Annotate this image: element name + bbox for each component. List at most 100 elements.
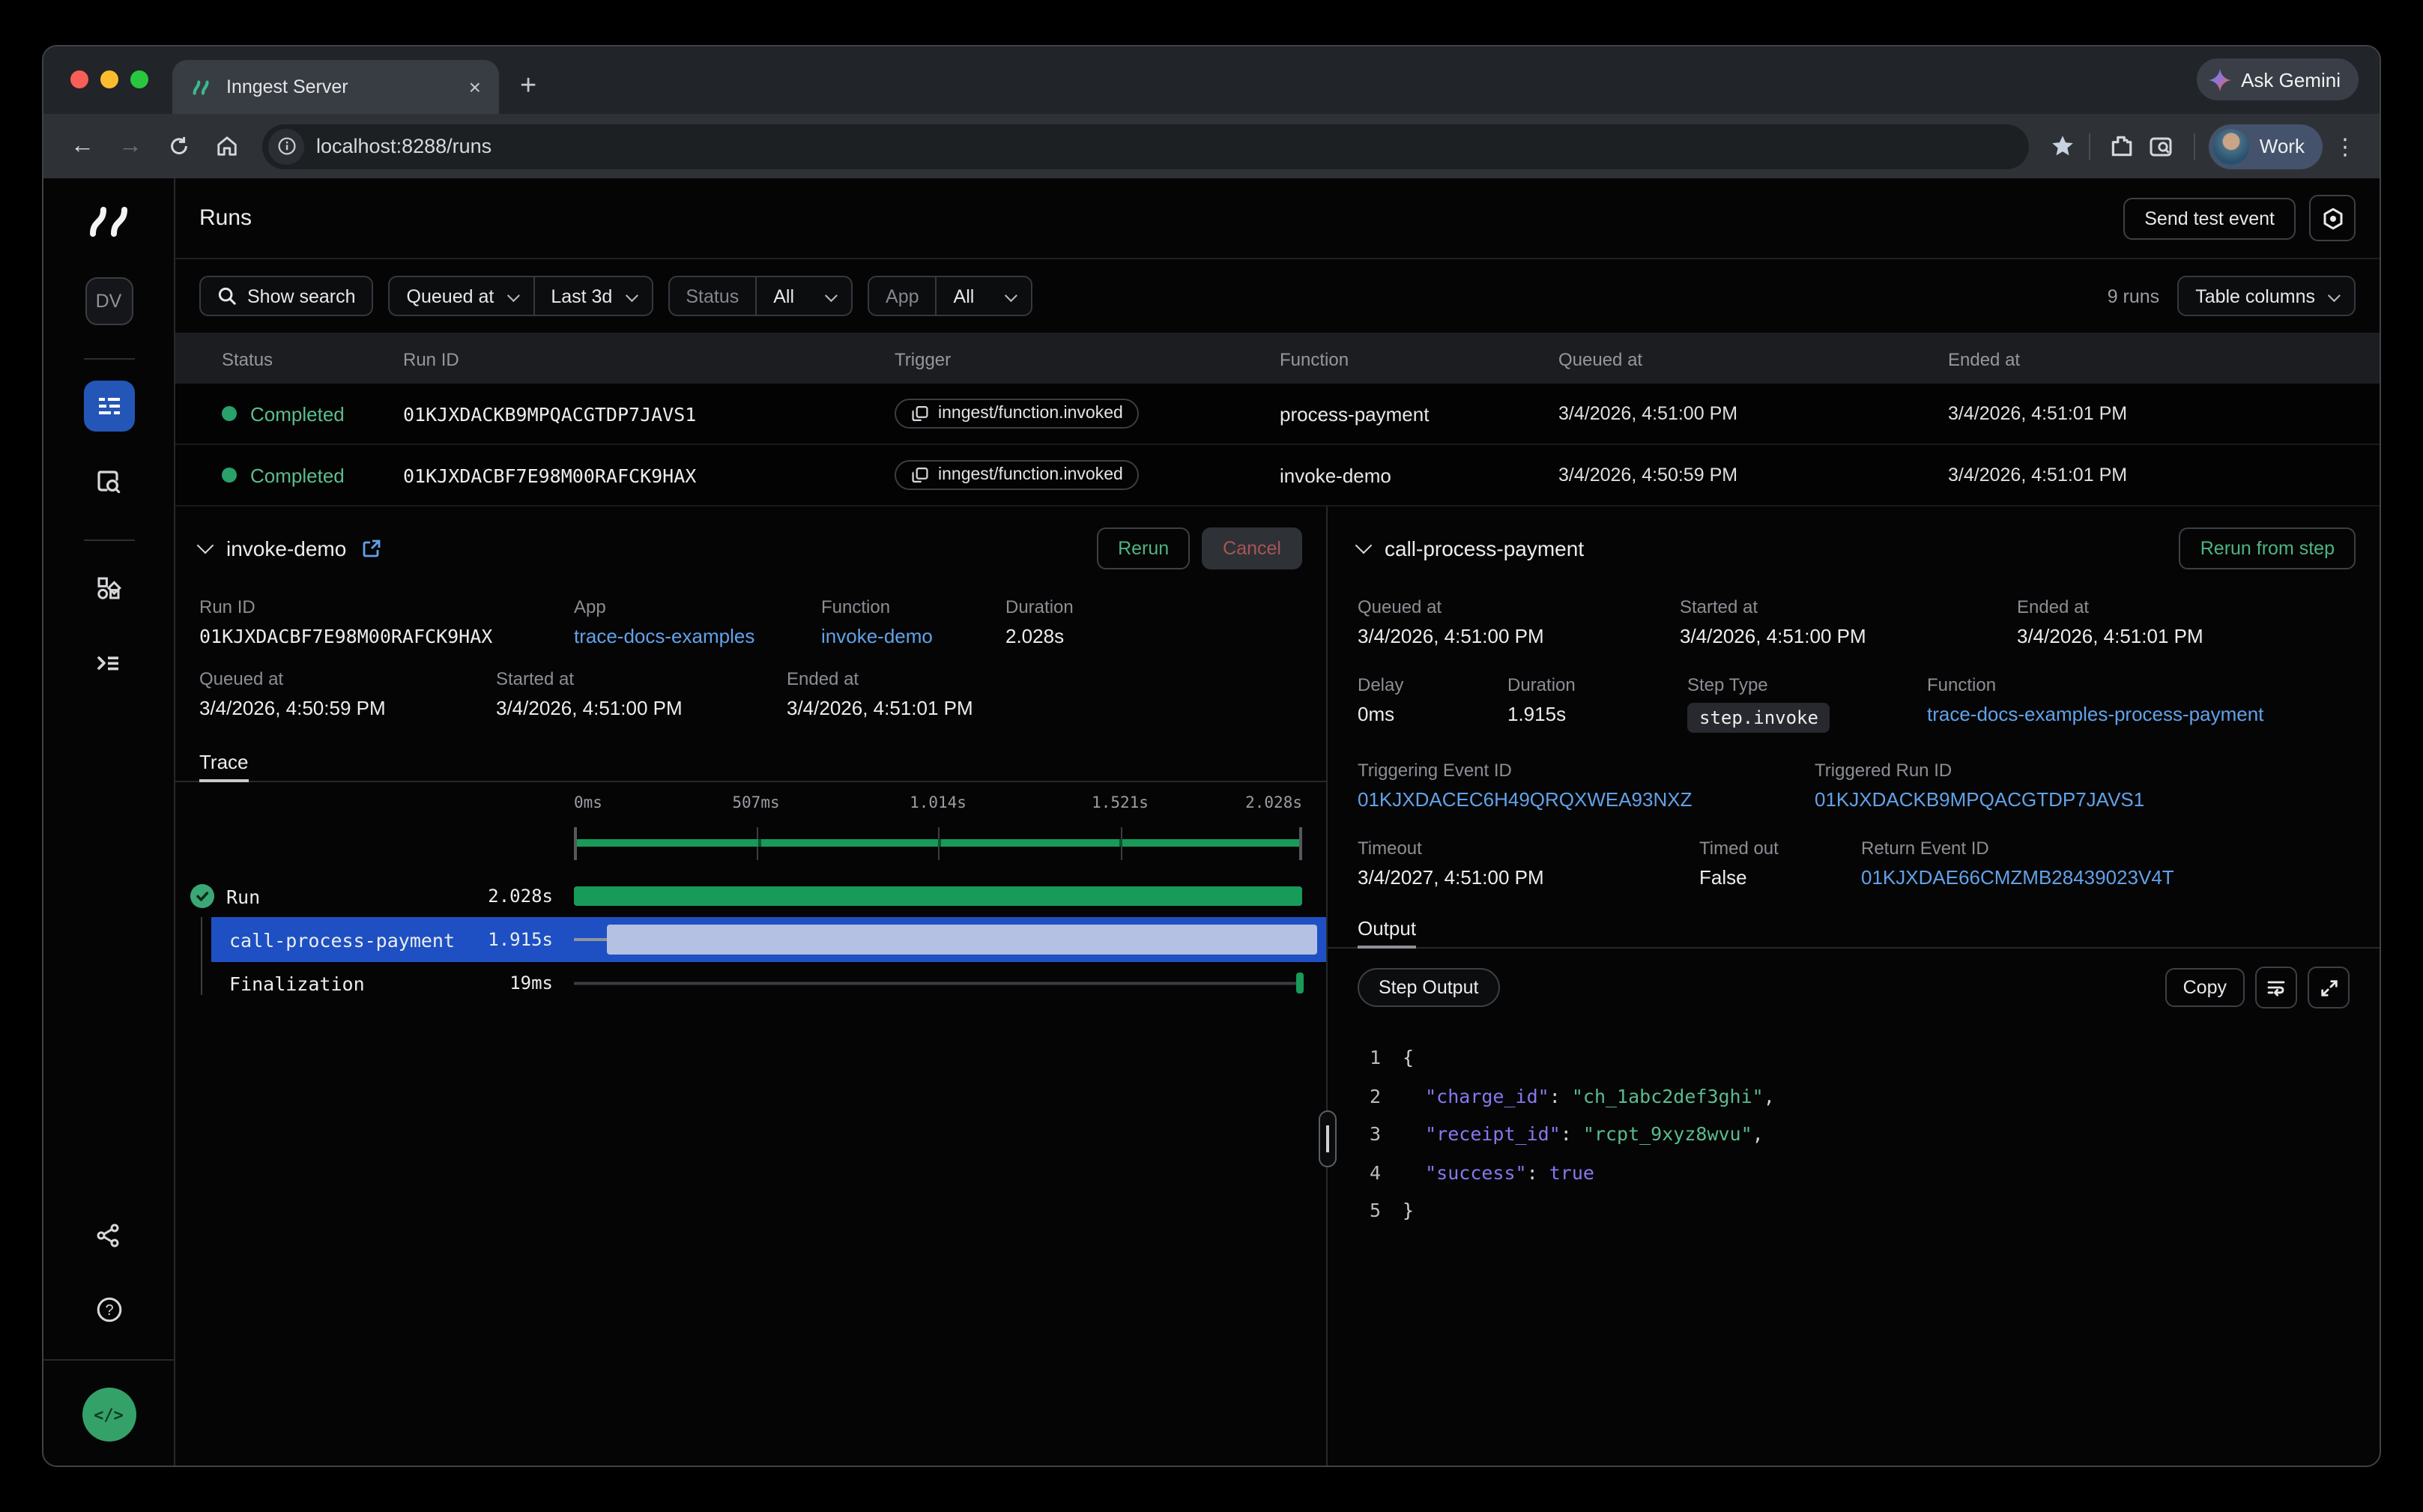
- table-columns-dropdown[interactable]: Table columns: [2177, 276, 2356, 316]
- browser-tab[interactable]: Inngest Server ×: [172, 60, 499, 114]
- step-output-toggle[interactable]: Step Output: [1358, 968, 1499, 1007]
- run-span-bar: [574, 886, 1302, 906]
- column-header: Queued at: [1558, 348, 1948, 369]
- function-link[interactable]: invoke-demo: [821, 625, 1005, 647]
- sidebar-item-queue[interactable]: [83, 637, 134, 688]
- tab-close-icon[interactable]: ×: [469, 75, 481, 99]
- trace-row-step[interactable]: call-process-payment 1.915s: [211, 917, 1326, 962]
- wrap-text-button[interactable]: [2255, 967, 2297, 1008]
- app-filter-label: App: [886, 285, 919, 306]
- pane-resize-handle[interactable]: [1319, 1110, 1337, 1167]
- forward-icon[interactable]: →: [109, 133, 151, 160]
- workspace-badge[interactable]: DV: [85, 277, 133, 325]
- line-number: 5: [1370, 1191, 1403, 1230]
- rerun-button[interactable]: Rerun: [1097, 527, 1190, 569]
- share-button[interactable]: [83, 1209, 134, 1260]
- terminal-list-icon: [94, 648, 123, 677]
- settings-button[interactable]: [2309, 195, 2356, 241]
- status-filter-dropdown[interactable]: All: [755, 277, 851, 315]
- axis-tick: 0ms: [574, 794, 602, 812]
- dev-mode-button[interactable]: </>: [82, 1388, 136, 1442]
- search-tabs-icon[interactable]: [2149, 134, 2176, 158]
- step-function-link[interactable]: trace-docs-examples-process-payment: [1927, 703, 2356, 725]
- minimize-window-button[interactable]: [100, 70, 118, 88]
- expand-icon: [2319, 978, 2338, 997]
- event-icon: [911, 405, 929, 423]
- ask-gemini-label: Ask Gemini: [2241, 68, 2341, 91]
- reload-icon[interactable]: [157, 135, 199, 157]
- copy-button[interactable]: Copy: [2165, 968, 2245, 1007]
- tab-title: Inngest Server: [226, 76, 456, 97]
- field-label: Duration: [1507, 674, 1687, 695]
- maximize-window-button[interactable]: [130, 70, 148, 88]
- started-at-value: 3/4/2026, 4:51:00 PM: [496, 697, 787, 719]
- tab-output[interactable]: Output: [1358, 910, 1416, 947]
- send-test-event-button[interactable]: Send test event: [2123, 197, 2296, 239]
- function-cell: invoke-demo: [1280, 464, 1558, 486]
- browser-menu-icon[interactable]: ⋮: [2329, 133, 2362, 160]
- delay-connector: [574, 938, 608, 941]
- site-info-icon[interactable]: [268, 128, 304, 164]
- field-label: Duration: [1005, 596, 1302, 617]
- show-search-label: Show search: [247, 285, 356, 306]
- expand-button[interactable]: [2308, 967, 2350, 1008]
- help-button[interactable]: ?: [83, 1284, 134, 1335]
- trigger-pill[interactable]: inngest/function.invoked: [895, 460, 1140, 490]
- extensions-icon[interactable]: [2108, 133, 2134, 159]
- app-link[interactable]: trace-docs-examples: [574, 625, 821, 647]
- back-icon[interactable]: ←: [61, 133, 103, 160]
- output-code-block[interactable]: 1{2 "charge_id": "ch_1abc2def3ghi",3 "re…: [1328, 1008, 2380, 1230]
- open-external-icon[interactable]: [361, 538, 382, 559]
- code-line: 2 "charge_id": "ch_1abc2def3ghi",: [1370, 1077, 2350, 1115]
- column-header: Function: [1280, 348, 1558, 369]
- url-bar[interactable]: localhost:8288/runs: [262, 124, 2029, 169]
- time-field-dropdown[interactable]: Queued at: [390, 277, 533, 315]
- return-event-id-link[interactable]: 01KJXDAE66CMZMB28439023V4T: [1861, 866, 2356, 889]
- chevron-down-icon: [825, 288, 838, 301]
- browser-tabstrip: Inngest Server × + Ask Gemini: [43, 46, 2380, 114]
- collapse-chevron-icon[interactable]: [197, 537, 214, 554]
- sidebar-item-apps[interactable]: [83, 562, 134, 613]
- output-toolbar: Step Output Copy: [1328, 949, 2380, 1008]
- new-tab-button[interactable]: +: [520, 70, 536, 103]
- ask-gemini-button[interactable]: Ask Gemini: [2196, 58, 2359, 100]
- trigger-pill[interactable]: inngest/function.invoked: [895, 399, 1140, 429]
- span-duration: 2.028s: [488, 886, 553, 907]
- toolbar-divider: [2089, 133, 2090, 160]
- collapse-chevron-icon[interactable]: [1355, 537, 1373, 554]
- apps-grid-icon: [94, 573, 123, 602]
- bookmark-star-icon[interactable]: [2050, 133, 2075, 159]
- help-icon: ?: [94, 1295, 124, 1325]
- runs-table: Status Run ID Trigger Function Queued at…: [175, 334, 2380, 506]
- trace-row-finalization[interactable]: Finalization 19ms: [211, 962, 1326, 1004]
- browser-profile-button[interactable]: Work: [2209, 124, 2323, 169]
- time-range-dropdown[interactable]: Last 3d: [533, 277, 651, 315]
- status-filter-label: Status: [686, 285, 739, 306]
- sidebar-item-events[interactable]: [83, 456, 134, 506]
- sidebar-item-runs[interactable]: [83, 381, 134, 432]
- show-search-button[interactable]: Show search: [199, 276, 374, 316]
- timed-out-value: False: [1699, 866, 1861, 889]
- tab-trace[interactable]: Trace: [199, 743, 249, 781]
- triggered-run-id-link[interactable]: 01KJXDACKB9MPQACGTDP7JAVS1: [1815, 788, 2356, 811]
- triggering-event-id-link[interactable]: 01KJXDACEC6H49QRQXWEA93NXZ: [1358, 788, 1815, 811]
- column-header: Ended at: [1948, 348, 2380, 369]
- axis-tick: 2.028s: [1245, 794, 1302, 812]
- trace-row-run[interactable]: Run 2.028s: [175, 875, 1326, 917]
- line-content: {: [1403, 1038, 1414, 1077]
- app-filter-dropdown[interactable]: All: [936, 277, 1032, 315]
- run-id-cell: 01KJXDACBF7E98M00RAFCK9HAX: [403, 464, 895, 486]
- code-line: 5}: [1370, 1191, 2350, 1230]
- field-label: Started at: [1680, 596, 2017, 617]
- started-at-value: 3/4/2026, 4:51:00 PM: [1680, 625, 2017, 647]
- browser-toolbar: ← → localhost:8288/runs Work ⋮: [43, 114, 2380, 178]
- cancel-button[interactable]: Cancel: [1202, 527, 1302, 569]
- close-window-button[interactable]: [70, 70, 88, 88]
- window-controls[interactable]: [70, 70, 148, 88]
- delay-value: 0ms: [1358, 703, 1507, 725]
- home-icon[interactable]: [205, 135, 247, 157]
- field-label: Step Type: [1687, 674, 1927, 695]
- table-row[interactable]: Completed 01KJXDACKB9MPQACGTDP7JAVS1 inn…: [175, 384, 2380, 445]
- rerun-from-step-button[interactable]: Rerun from step: [2180, 527, 2356, 569]
- table-row[interactable]: Completed 01KJXDACBF7E98M00RAFCK9HAX inn…: [175, 445, 2380, 506]
